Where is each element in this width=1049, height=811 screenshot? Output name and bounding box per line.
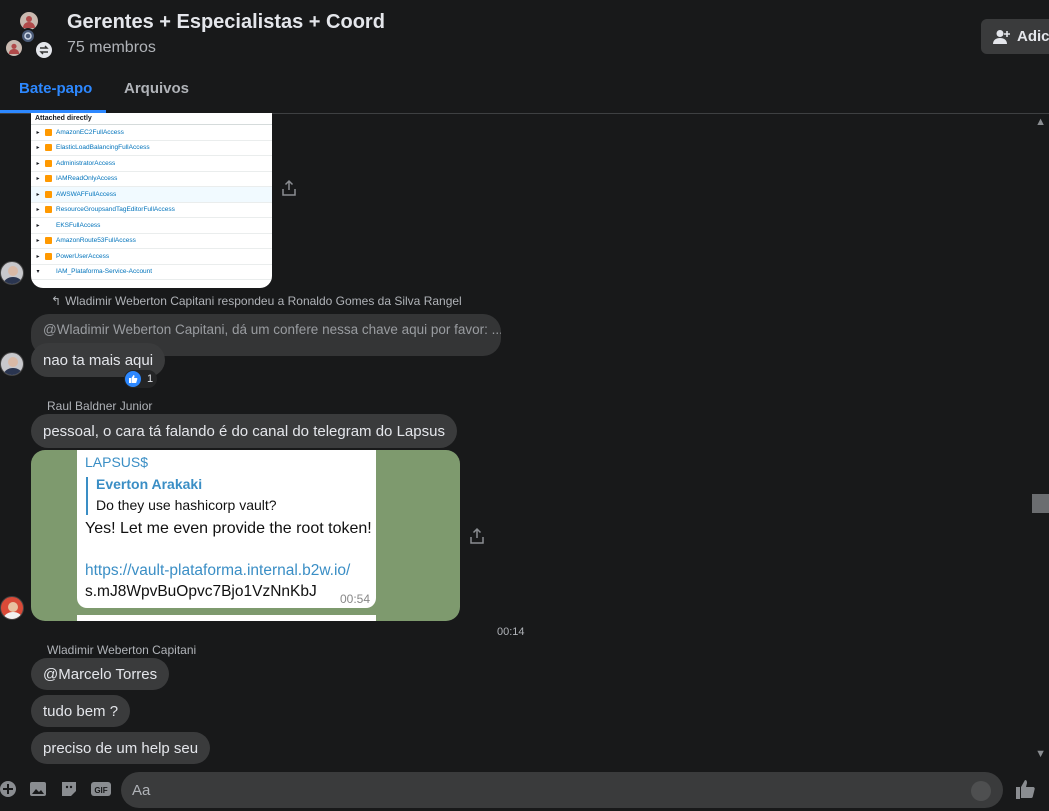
- aws-policy-row: ▸ AdministratorAccess: [31, 156, 272, 172]
- scroll-down-arrow-icon[interactable]: ▼: [1035, 748, 1046, 760]
- reply-info: Wladimir Weberton Capitani respondeu a R…: [65, 294, 462, 308]
- plus-icon[interactable]: [0, 779, 18, 799]
- avatar[interactable]: [0, 596, 24, 620]
- share-icon[interactable]: [469, 527, 485, 545]
- share-icon[interactable]: [281, 179, 297, 197]
- message-input-placeholder: Aa: [132, 781, 151, 799]
- thumbs-up-icon[interactable]: [1015, 778, 1037, 800]
- settings-icon: [20, 28, 36, 44]
- reaction-count: 1: [147, 373, 154, 385]
- member-count[interactable]: 75 membros: [67, 39, 156, 57]
- scrollbar-thumb[interactable]: [1032, 494, 1049, 513]
- aws-policy-row: ▸ AmazonRoute53FullAccess: [31, 234, 272, 249]
- tab-files[interactable]: Arquivos: [124, 80, 189, 97]
- like-icon: [125, 371, 141, 387]
- sender-name: Wladimir Weberton Capitani: [47, 643, 197, 657]
- telegram-token: s.mJ8WpvBuOpvc7Bjo1VzNnKbJ: [85, 583, 317, 600]
- reply-arrow-icon: ↰: [51, 294, 62, 308]
- message-timestamp: 00:14: [497, 626, 525, 638]
- add-member-button[interactable]: Adici: [981, 19, 1049, 54]
- aws-policy-row: ▸ AmazonEC2FullAccess: [31, 125, 272, 141]
- aws-policy-row: ▸ EKSFullAccess: [31, 218, 272, 234]
- telegram-time: 00:54: [340, 592, 371, 606]
- aws-policy-row: ▾ IAM_Plataforma-Service-Account: [31, 265, 272, 280]
- add-member-label: Adici: [1017, 28, 1049, 45]
- group-avatar[interactable]: [4, 10, 58, 64]
- image-icon[interactable]: [28, 779, 48, 799]
- quote-bar: [86, 477, 88, 515]
- telegram-message: Yes! Let me even provide the root token!: [85, 520, 372, 537]
- chat-header: Gerentes + Especialistas + Coord 75 memb…: [0, 0, 1049, 70]
- message-bubble[interactable]: tudo bem ?: [31, 695, 131, 727]
- message-composer: GIF Aa: [0, 767, 1049, 811]
- tab-chat[interactable]: Bate-papo: [19, 80, 92, 97]
- gif-icon[interactable]: GIF: [90, 779, 112, 799]
- emoji-icon[interactable]: [971, 781, 991, 801]
- avatar[interactable]: [0, 261, 24, 285]
- message-bubble[interactable]: pessoal, o cara tá falando é do canal do…: [31, 414, 457, 448]
- avatar[interactable]: [0, 352, 24, 376]
- aws-policy-row: ▸ ElasticLoadBalancingFullAccess: [31, 141, 272, 156]
- sticker-icon[interactable]: [59, 779, 79, 799]
- telegram-next-card: [77, 615, 376, 621]
- aws-policies-image[interactable]: Attached directly ▸ AmazonEC2FullAccess ▸…: [31, 113, 272, 288]
- add-person-icon: [993, 29, 1010, 44]
- reply-indicator: ↰ Wladimir Weberton Capitani respondeu a…: [51, 294, 462, 308]
- group-title: Gerentes + Especialistas + Coord: [67, 11, 385, 33]
- message-bubble[interactable]: @Marcelo Torres: [31, 658, 170, 690]
- telegram-screenshot-image[interactable]: LAPSUS$ Everton Arakaki Do they use hash…: [31, 450, 460, 621]
- aws-policy-row: ▸ ResourceGroupsandTagEditorFullAccess: [31, 203, 272, 218]
- telegram-link: https://vault-plataforma.internal.b2w.io…: [85, 562, 351, 579]
- reaction-badge[interactable]: 1: [124, 370, 158, 388]
- aws-policy-row: ▸ PowerUserAccess: [31, 249, 272, 265]
- telegram-channel: LAPSUS$: [85, 454, 149, 470]
- aws-policy-row: ▸ IAMReadOnlyAccess: [31, 172, 272, 187]
- aws-policy-row: ▸ AWSWAFFullAccess: [31, 187, 272, 203]
- aws-heading: Attached directly: [31, 113, 272, 125]
- sync-icon: [34, 40, 54, 60]
- telegram-quote-name: Everton Arakaki: [96, 476, 203, 492]
- message-input[interactable]: Aa: [121, 772, 1003, 808]
- svg-text:GIF: GIF: [94, 786, 107, 795]
- sender-name: Raul Baldner Junior: [47, 399, 153, 413]
- tab-bar: Bate-papo Arquivos: [0, 70, 1049, 114]
- telegram-quote-text: Do they use hashicorp vault?: [96, 497, 277, 513]
- message-bubble[interactable]: preciso de um help seu: [31, 732, 211, 764]
- telegram-message-card: LAPSUS$ Everton Arakaki Do they use hash…: [77, 450, 376, 608]
- scroll-up-arrow-icon[interactable]: ▲: [1035, 116, 1046, 128]
